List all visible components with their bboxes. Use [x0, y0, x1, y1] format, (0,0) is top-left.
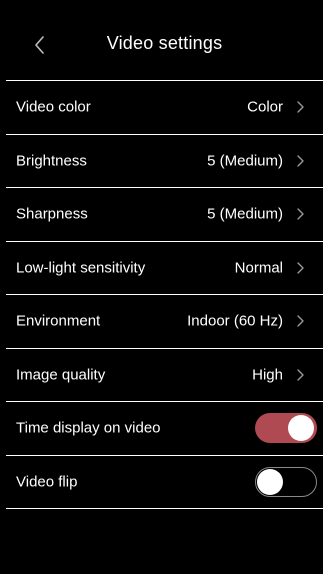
chevron-right-icon	[296, 368, 305, 382]
header: Video settings	[6, 0, 323, 80]
setting-value: High	[252, 366, 283, 384]
toggle-knob	[288, 415, 314, 442]
setting-label: Environment	[16, 312, 101, 330]
setting-label: Sharpness	[16, 205, 88, 223]
setting-row-image-quality[interactable]: Image quality High	[6, 349, 323, 402]
setting-row-brightness[interactable]: Brightness 5 (Medium)	[6, 135, 323, 188]
setting-row-time-display: Time display on video	[6, 402, 323, 456]
setting-value: 5 (Medium)	[207, 152, 283, 170]
setting-label: Video flip	[16, 473, 78, 491]
settings-list: Video color Color Brightness 5 (Medium) …	[6, 80, 323, 509]
setting-value: Color	[247, 98, 283, 116]
setting-value: 5 (Medium)	[207, 205, 283, 223]
setting-label: Brightness	[16, 152, 87, 170]
setting-label: Low-light sensitivity	[16, 259, 146, 277]
toggle-knob	[257, 468, 283, 495]
chevron-right-icon	[296, 261, 305, 275]
video-settings-screen: Video settings Video color Color Brightn…	[6, 0, 323, 574]
page-title: Video settings	[106, 33, 223, 53]
chevron-right-icon	[296, 100, 305, 114]
setting-label: Time display on video	[16, 419, 161, 437]
chevron-right-icon	[296, 207, 305, 221]
setting-row-sharpness[interactable]: Sharpness 5 (Medium)	[6, 188, 323, 242]
chevron-right-icon	[296, 314, 305, 328]
chevron-right-icon	[296, 154, 305, 168]
video-flip-toggle[interactable]	[255, 466, 317, 497]
setting-label: Video color	[16, 98, 91, 116]
setting-value: Indoor (60 Hz)	[187, 312, 283, 330]
setting-row-environment[interactable]: Environment Indoor (60 Hz)	[6, 295, 323, 349]
setting-row-video-flip: Video flip	[6, 456, 323, 509]
setting-row-low-light-sensitivity[interactable]: Low-light sensitivity Normal	[6, 242, 323, 295]
setting-row-video-color[interactable]: Video color Color	[6, 81, 323, 135]
time-display-toggle[interactable]	[255, 413, 317, 444]
setting-label: Image quality	[16, 366, 106, 384]
setting-value: Normal	[234, 259, 283, 277]
